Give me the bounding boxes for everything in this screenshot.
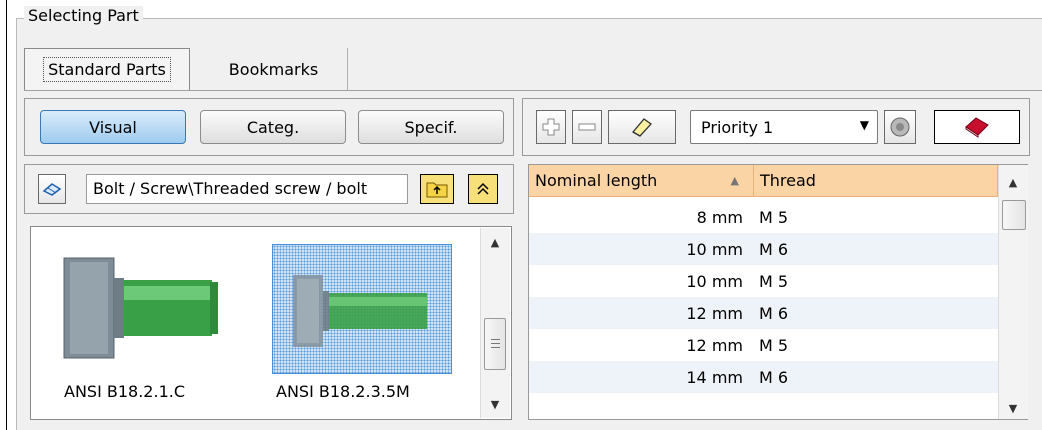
categ-button[interactable]: Categ. xyxy=(200,110,346,144)
table-row[interactable]: 14 mm M 6 xyxy=(529,361,999,393)
sort-ascending-icon: ▲ xyxy=(730,174,739,187)
table-row[interactable]: 10 mm M 5 xyxy=(529,265,999,297)
chevron-down-icon: ▼ xyxy=(859,118,869,132)
remove-button[interactable] xyxy=(572,110,602,144)
tab-label: Standard Parts xyxy=(43,57,171,82)
cell-thread: M 5 xyxy=(759,335,789,355)
tab-divider xyxy=(24,90,1042,91)
table-row[interactable]: 12 mm M 6 xyxy=(529,297,999,329)
category-path-field[interactable]: Bolt / Screw\Threaded screw / bolt xyxy=(86,174,408,204)
cell-thread: M 5 xyxy=(759,207,789,227)
table-scrollbar-thumb[interactable] xyxy=(1002,200,1026,230)
tab-standard-parts[interactable]: Standard Parts xyxy=(24,48,190,90)
scroll-down-arrow-icon[interactable]: ▼ xyxy=(480,394,510,414)
collapse-up-button[interactable] xyxy=(468,174,498,204)
table-row[interactable]: 8 mm M 5 xyxy=(529,201,999,233)
scroll-up-arrow-icon[interactable]: ▲ xyxy=(480,232,510,252)
folder-up-icon xyxy=(426,182,448,198)
cell-length: 12 mm xyxy=(686,335,743,355)
part-caption-1: ANSI B18.2.1.C xyxy=(64,382,185,401)
book-icon xyxy=(965,117,989,138)
cell-length: 14 mm xyxy=(686,367,743,387)
cell-thread: M 5 xyxy=(759,271,789,291)
eraser-icon xyxy=(42,183,62,196)
disc-icon xyxy=(890,117,910,137)
table-row[interactable]: 12 mm M 5 xyxy=(529,329,999,361)
table-scroll-down-arrow-icon[interactable]: ▼ xyxy=(998,398,1028,418)
table-body: 8 mm M 5 10 mm M 6 10 mm M 5 12 mm M 6 12 mm… xyxy=(529,201,999,393)
column-header-nominal-length[interactable]: Nominal length ▲ xyxy=(529,165,754,197)
column-header-label: Nominal length xyxy=(535,171,658,190)
part-thumbnail-1[interactable] xyxy=(62,248,222,368)
column-header-label: Thread xyxy=(760,171,816,190)
cell-length: 12 mm xyxy=(686,303,743,323)
table-row[interactable]: 10 mm M 6 xyxy=(529,233,999,265)
cell-thread: M 6 xyxy=(759,367,789,387)
eraser-icon xyxy=(631,118,652,137)
specif-button[interactable]: Specif. xyxy=(358,110,504,144)
eraser-button[interactable] xyxy=(608,110,676,144)
group-title: Selecting Part xyxy=(24,6,143,25)
column-header-thread[interactable]: Thread xyxy=(754,165,998,197)
double-chevron-up-icon xyxy=(477,182,489,195)
priority-value: Priority 1 xyxy=(701,117,774,137)
cell-length: 10 mm xyxy=(686,239,743,259)
table-scroll-up-arrow-icon[interactable]: ▲ xyxy=(998,172,1028,192)
remove-icon xyxy=(578,123,596,131)
add-icon xyxy=(542,118,560,136)
part-thumbnail-2[interactable] xyxy=(272,244,452,374)
tab-label: Bookmarks xyxy=(228,59,319,79)
eraser-path-button[interactable] xyxy=(38,174,66,204)
cell-length: 10 mm xyxy=(686,271,743,291)
bolt-image xyxy=(63,257,218,359)
cell-length: 8 mm xyxy=(696,207,743,227)
disc-button[interactable] xyxy=(884,110,916,144)
cell-thread: M 6 xyxy=(759,303,789,323)
visual-button[interactable]: Visual xyxy=(40,110,186,144)
cell-thread: M 6 xyxy=(759,239,789,259)
bolt-image xyxy=(293,275,427,347)
priority-select[interactable]: Priority 1 ▼ xyxy=(690,110,878,144)
scrollbar-thumb[interactable] xyxy=(484,318,506,370)
tab-bookmarks[interactable]: Bookmarks xyxy=(200,48,348,90)
folder-up-button[interactable] xyxy=(420,174,454,204)
catalog-button[interactable] xyxy=(934,110,1020,144)
add-button[interactable] xyxy=(536,110,566,144)
part-caption-2: ANSI B18.2.3.5M xyxy=(276,382,410,401)
